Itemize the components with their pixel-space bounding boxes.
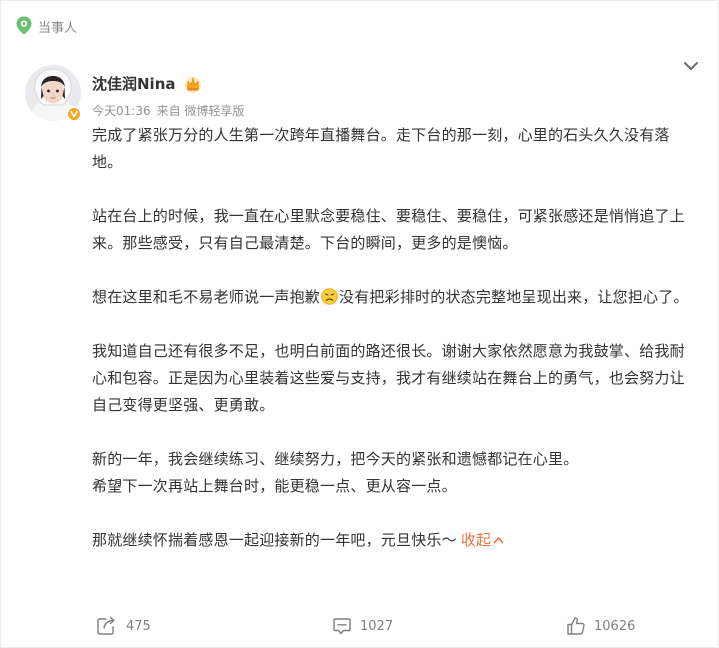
chevron-up-icon [493,537,504,544]
post-paragraph: 站在台上的时候，我一直在心里默念要稳住、要稳住、要稳住，可紧张感还是悄悄追了上来… [92,207,685,252]
sad-face-emoji [321,288,338,305]
verified-badge-icon [66,106,82,122]
author-name[interactable]: 沈佳润Nina [92,73,176,94]
post-paragraph: 想在这里和毛不易老师说一声抱歉 没有把彩排时的状态完整地呈现出来，让您担心了。 [92,284,697,311]
post-meta: 今天01:36 来自 微博轻享版 [92,102,244,119]
author-avatar[interactable] [25,65,82,122]
collapse-link[interactable]: 收起 [461,531,504,549]
crown-icon[interactable] [183,74,203,94]
post-paragraph: 那就继续怀揣着感恩一起迎接新的一年吧，元旦快乐～ 收起 [92,527,697,554]
share-icon [97,616,115,635]
post-source[interactable]: 来自 微博轻享版 [157,104,245,118]
post-paragraph: 新的一年，我会继续练习、继续努力，把今天的紧张和遗憾都记在心里。 [92,450,579,468]
post-paragraph: 完成了紧张万分的人生第一次跨年直播舞台。走下台的那一刻，心里的石头久久没有落地。 [92,126,670,171]
author-line: 沈佳润Nina [92,73,203,94]
thumbs-up-icon [567,617,585,635]
collapse-label: 收起 [460,531,492,549]
post-text-segment: 想在这里和毛不易老师说一声抱歉 [92,288,321,306]
comment-icon [333,618,351,635]
repost-count: 475 [126,618,151,634]
post-tag[interactable]: 当事人 [15,15,77,37]
comment-button[interactable]: 1027 [332,611,393,641]
like-button[interactable]: 10626 [566,611,635,641]
like-count: 10626 [594,618,636,634]
repost-button[interactable]: 475 [96,611,151,641]
post-paragraph: 我知道自己还有很多不足，也明白前面的路还很长。谢谢大家依然愿意为我鼓掌、给我耐心… [92,342,685,414]
post-time[interactable]: 今天01:36 [92,104,151,118]
post-text-segment: 那就继续怀揣着感恩一起迎接新的一年吧，元旦快乐～ [92,531,457,549]
tag-label: 当事人 [38,20,78,36]
location-pin-icon [16,16,32,35]
chevron-down-icon[interactable] [682,59,700,73]
post-content: 完成了紧张万分的人生第一次跨年直播舞台。走下台的那一刻，心里的石头久久没有落地。… [92,122,697,554]
action-bar: 475 1027 10626 [1,611,719,641]
post-paragraph: 希望下一次再站上舞台时，能更稳一点、更从容一点。 [92,477,457,495]
weibo-post-card: 当事人 沈佳润Nina 今天01:36 来自 微博轻享版 完成了紧张万分的人生第… [0,0,719,648]
post-text-segment: 没有把彩排时的状态完整地呈现出来，让您担心了。 [339,288,689,306]
comment-count: 1027 [360,618,394,634]
